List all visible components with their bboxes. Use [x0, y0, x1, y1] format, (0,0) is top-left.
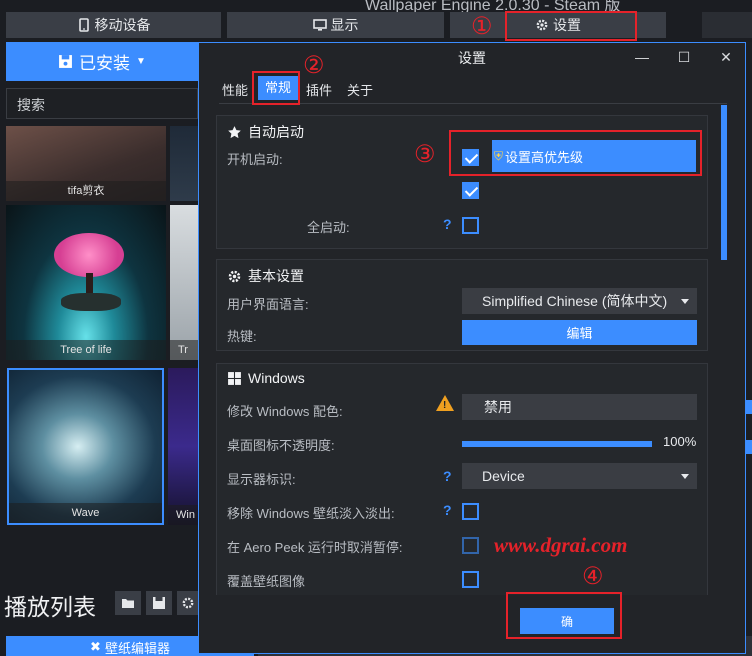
opacity-label: 桌面图标不透明度:: [227, 438, 335, 453]
ui-language-select[interactable]: Simplified Chinese (简体中文): [462, 288, 697, 314]
hotkey-label: 热键:: [227, 329, 257, 344]
tab-display[interactable]: 显示: [227, 12, 444, 38]
tab-mobile-label: 移动设备: [94, 17, 151, 33]
section-basic: 基本设置 用户界面语言: Simplified Chinese (简体中文) 热…: [216, 259, 708, 351]
wallpaper-thumb[interactable]: Tree of life: [6, 205, 166, 360]
caret-down-icon: ▼: [136, 56, 146, 67]
cover-wallpaper-checkbox[interactable]: [462, 571, 479, 588]
chevron-down-icon: [681, 474, 689, 479]
wallpaper-thumb[interactable]: Tr: [170, 205, 198, 360]
playlist-settings-button[interactable]: [177, 591, 198, 615]
windows-logo-icon: [228, 371, 241, 385]
thumb-label: Wave: [9, 503, 162, 523]
basic-heading-text: 基本设置: [248, 268, 304, 284]
warning-mark: !: [443, 400, 447, 411]
fade-checkbox[interactable]: [462, 503, 479, 520]
help-icon[interactable]: ?: [443, 216, 452, 232]
help-icon[interactable]: ?: [443, 468, 452, 484]
wallpaper-thumb[interactable]: tifa剪衣: [6, 126, 166, 201]
tools-icon: ✖: [90, 639, 101, 654]
thumb-label: Tree of life: [6, 340, 166, 360]
opacity-value: 100%: [663, 434, 697, 449]
cover-wallpaper-label: 覆盖壁纸图像: [227, 574, 306, 589]
save-icon: [59, 55, 72, 68]
monitor-id-label: 显示器标识:: [227, 472, 296, 487]
maximize-button[interactable]: ☐: [673, 46, 695, 68]
safe-start-label: 全启动:: [307, 220, 350, 235]
boot-start-label: 开机启动:: [227, 152, 283, 167]
annotation-number-2: ②: [303, 51, 325, 79]
star-icon: [228, 125, 241, 138]
installed-dropdown[interactable]: 已安装 ▼: [6, 42, 198, 81]
tree-rock: [61, 293, 121, 311]
fade-label: 移除 Windows 壁纸淡入淡出:: [227, 506, 395, 521]
aero-peek-label: 在 Aero Peek 运行时取消暂停:: [227, 540, 403, 555]
save-icon: [153, 597, 165, 609]
annotation-box-1: [505, 11, 637, 41]
wallpaper-thumb-selected[interactable]: Wave: [7, 368, 164, 525]
save-playlist-button[interactable]: [146, 591, 172, 615]
ui-language-value: Simplified Chinese (简体中文): [482, 293, 668, 309]
help-icon[interactable]: ?: [443, 502, 452, 518]
autostart-option-checkbox[interactable]: [462, 182, 479, 199]
thumb-label: Win: [168, 505, 198, 525]
monitor-id-select[interactable]: Device: [462, 463, 697, 489]
wallpaper-thumb[interactable]: Win: [168, 368, 198, 525]
minimize-button[interactable]: —: [631, 46, 653, 68]
gear-icon: [182, 597, 193, 609]
annotation-number-1: ①: [471, 12, 493, 40]
annotation-box-2: [252, 71, 300, 105]
ui-language-label: 用户界面语言:: [227, 297, 309, 312]
section-windows: Windows 修改 Windows 配色: ! 禁用 桌面图标不透明度: 10…: [216, 363, 708, 595]
tab-performance[interactable]: 性能: [222, 80, 248, 99]
settings-content: 自动启动 开机启动: ⛨ 设置高优先级 全启动: ? 基本设置 用户界面语言: …: [216, 115, 716, 595]
phone-icon: [78, 18, 89, 32]
tab-plugins[interactable]: 插件: [306, 80, 332, 99]
tab-about[interactable]: 关于: [347, 80, 373, 99]
folder-icon: [122, 599, 134, 608]
opacity-slider-fill: [462, 441, 652, 447]
monitor-id-value: Device: [482, 468, 525, 484]
playlist-title: 播放列表: [4, 594, 96, 620]
tree-canopy: [54, 233, 124, 277]
autostart-heading-text: 自动启动: [248, 124, 304, 140]
hotkey-edit-button[interactable]: 编辑: [462, 320, 697, 345]
installed-label: 已安装: [79, 54, 131, 73]
basic-heading: 基本设置: [227, 266, 304, 286]
tab-display-label: 显示: [330, 17, 359, 33]
windows-color-value: 禁用: [484, 399, 512, 415]
gear-icon: [228, 270, 241, 282]
safe-start-checkbox[interactable]: [462, 217, 479, 234]
autostart-heading: 自动启动: [227, 122, 304, 142]
windows-heading: Windows: [227, 370, 305, 386]
annotation-box-3: [449, 130, 702, 176]
watermark-text: www.dgrai.com: [494, 533, 628, 557]
wallpaper-thumb[interactable]: [170, 126, 198, 201]
tab-mobile-devices[interactable]: 移动设备: [6, 12, 221, 38]
annotation-number-4: ④: [582, 562, 604, 590]
dialog-title: 设置: [458, 50, 486, 66]
opacity-slider[interactable]: [462, 441, 652, 447]
windows-color-select[interactable]: 禁用: [462, 394, 697, 420]
annotation-box-4: [506, 592, 622, 639]
thumb-label: Tr: [170, 340, 198, 360]
chevron-down-icon: [681, 299, 689, 304]
top-right-strip: [702, 12, 752, 38]
monitor-icon: [312, 19, 327, 31]
thumb-label: tifa剪衣: [6, 181, 166, 201]
search-input[interactable]: 搜索: [6, 88, 198, 119]
color-label: 修改 Windows 配色:: [227, 404, 343, 419]
settings-scrollbar[interactable]: [721, 105, 727, 260]
editor-label: 壁纸编辑器: [104, 640, 170, 656]
annotation-number-3: ③: [414, 140, 436, 168]
open-playlist-button[interactable]: [115, 591, 141, 615]
windows-heading-text: Windows: [248, 370, 305, 386]
aero-peek-checkbox[interactable]: [462, 537, 479, 554]
close-button[interactable]: ✕: [715, 46, 737, 68]
